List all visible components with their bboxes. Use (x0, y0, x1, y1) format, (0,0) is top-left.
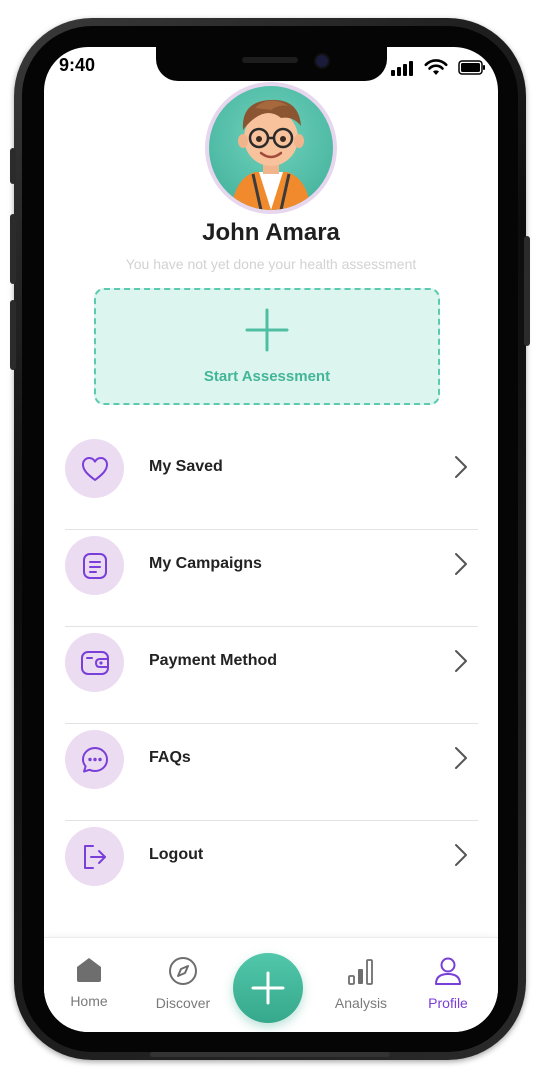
wifi-icon (424, 59, 448, 75)
nav-item-discover[interactable]: Discover (143, 956, 223, 1011)
nav-label: Profile (428, 995, 468, 1011)
menu-icon-bg (65, 439, 124, 498)
nav-label: Home (70, 993, 108, 1009)
chevron-right-icon (455, 844, 467, 866)
chat-bubble-icon (81, 746, 108, 772)
nav-item-analysis[interactable]: Analysis (321, 956, 401, 1011)
user-icon (435, 957, 461, 985)
plus-icon (251, 971, 285, 1005)
menu-item-label: Logout (149, 846, 204, 863)
volume-up-button (10, 214, 16, 284)
menu-item-payment-method[interactable]: Payment Method (65, 627, 478, 724)
heart-icon (81, 456, 108, 481)
menu-icon-bg (65, 730, 124, 789)
screen: 9:40 John Amara You have not yet done yo… (44, 47, 498, 1032)
chevron-right-icon (455, 650, 467, 672)
menu-item-label: My Saved (149, 458, 223, 475)
menu-item-label: Payment Method (149, 652, 278, 669)
plus-icon (245, 308, 289, 352)
home-icon (77, 958, 101, 982)
start-assessment-button[interactable]: Start Assessment (94, 288, 440, 405)
menu-item-label: My Campaigns (149, 555, 262, 572)
signal-icon (391, 60, 413, 76)
power-button (524, 236, 530, 346)
menu-icon-bg (65, 536, 124, 595)
menu-item-faqs[interactable]: FAQs (65, 724, 478, 821)
logout-icon (83, 844, 106, 869)
volume-down-button (10, 300, 16, 370)
status-icons (390, 59, 486, 76)
profile-menu: My Saved My Campaigns Payment Method FAQ… (65, 433, 478, 917)
bottom-nav: Home Discover Analysis Profile (44, 937, 498, 1032)
nav-item-home[interactable]: Home (49, 956, 129, 1009)
status-time: 9:40 (59, 55, 96, 75)
front-camera (314, 53, 330, 69)
chevron-right-icon (455, 747, 467, 769)
notch (156, 47, 387, 81)
battery-icon (458, 60, 485, 75)
chevron-right-icon (455, 553, 467, 575)
avatar-ring (205, 82, 337, 214)
bar-chart-icon (348, 959, 373, 985)
nav-label: Discover (155, 995, 211, 1011)
chevron-right-icon (455, 456, 467, 478)
start-assessment-label: Start Assessment (203, 368, 331, 385)
menu-item-my-campaigns[interactable]: My Campaigns (65, 530, 478, 627)
profile-name: John Amara (202, 219, 340, 246)
nav-item-profile[interactable]: Profile (408, 956, 488, 1011)
mute-switch (10, 148, 16, 184)
document-icon (82, 552, 107, 579)
menu-icon-bg (65, 827, 124, 886)
wallet-icon (80, 650, 109, 675)
compass-icon (169, 957, 197, 985)
avatar-illustration (231, 99, 311, 210)
menu-item-label: FAQs (149, 749, 191, 766)
menu-item-my-saved[interactable]: My Saved (65, 433, 478, 530)
home-indicator (150, 1052, 390, 1057)
add-action-button[interactable] (233, 953, 303, 1023)
avatar[interactable] (209, 86, 333, 210)
assessment-note: You have not yet done your health assess… (125, 256, 417, 272)
menu-item-logout[interactable]: Logout (65, 821, 478, 917)
nav-label: Analysis (334, 995, 388, 1011)
menu-icon-bg (65, 633, 124, 692)
speaker (242, 57, 298, 63)
